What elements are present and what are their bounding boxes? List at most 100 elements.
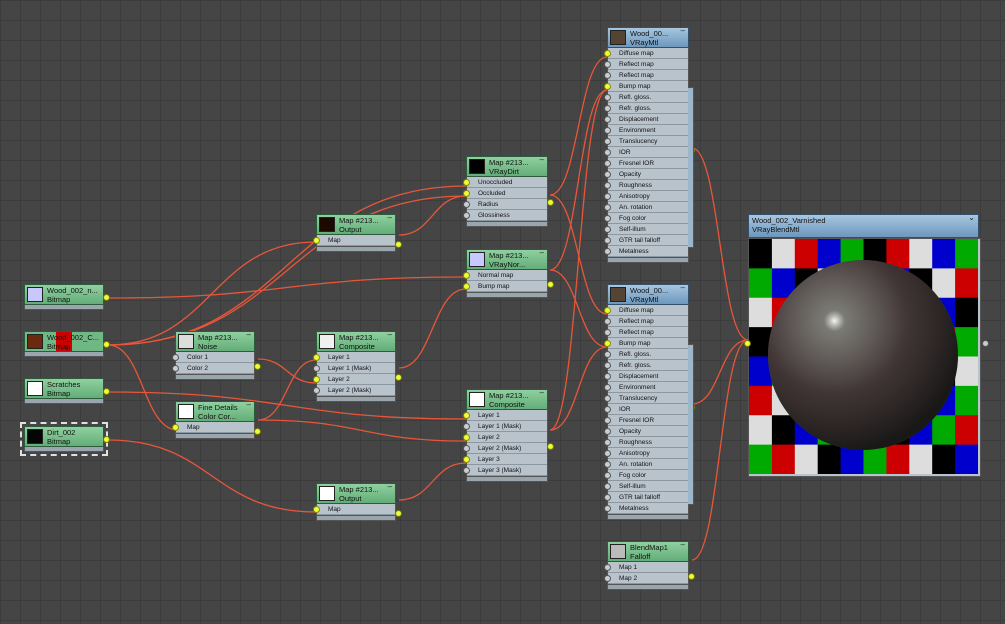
input-socket[interactable]	[604, 472, 611, 479]
input-socket[interactable]	[604, 237, 611, 244]
input-socket[interactable]	[604, 340, 611, 347]
minimize-icon[interactable]: –	[247, 330, 251, 339]
input-slot[interactable]: Normal map	[463, 270, 547, 281]
input-socket[interactable]	[604, 149, 611, 156]
input-slot[interactable]: Roughness	[604, 437, 688, 448]
output-socket[interactable]	[103, 294, 110, 301]
input-slot[interactable]: Refr. gloss.	[604, 103, 688, 114]
input-socket[interactable]	[463, 467, 470, 474]
input-socket[interactable]	[604, 362, 611, 369]
input-socket[interactable]	[463, 412, 470, 419]
output-socket[interactable]	[547, 281, 554, 288]
input-socket[interactable]	[604, 351, 611, 358]
node-fine-details-color-correction[interactable]: Fine Details Color Cor... – Map	[172, 400, 261, 439]
input-socket[interactable]	[604, 483, 611, 490]
input-socket[interactable]	[604, 105, 611, 112]
input-socket[interactable]	[313, 237, 320, 244]
input-slot[interactable]: Map 1	[604, 562, 688, 573]
input-socket[interactable]	[172, 424, 179, 431]
input-slot[interactable]: Fresnel IOR	[604, 415, 688, 426]
input-slot[interactable]: Translucency	[604, 136, 688, 147]
input-socket[interactable]	[604, 182, 611, 189]
input-slot[interactable]: Metalness	[604, 503, 688, 514]
input-socket[interactable]	[604, 461, 611, 468]
minimize-icon[interactable]: –	[540, 388, 544, 397]
input-slot[interactable]: Environment	[604, 125, 688, 136]
input-slot[interactable]: Anisotropy	[604, 448, 688, 459]
input-socket[interactable]	[604, 94, 611, 101]
input-slot[interactable]: Opacity	[604, 426, 688, 437]
output-socket[interactable]	[547, 443, 554, 450]
input-slot[interactable]: IOR	[604, 147, 688, 158]
input-slot[interactable]: Bump map	[463, 281, 547, 292]
input-socket[interactable]	[313, 376, 320, 383]
input-slot[interactable]: Roughness	[604, 180, 688, 191]
minimize-icon[interactable]: –	[388, 482, 392, 491]
input-slot[interactable]: Layer 1 (Mask)	[313, 363, 395, 374]
minimize-icon[interactable]: –	[388, 330, 392, 339]
input-socket[interactable]	[604, 215, 611, 222]
minimize-icon[interactable]: –	[681, 540, 685, 549]
input-socket[interactable]	[604, 373, 611, 380]
input-slot[interactable]: Occluded	[463, 188, 547, 199]
input-socket[interactable]	[604, 329, 611, 336]
input-slot[interactable]: Bump map	[604, 338, 688, 349]
input-socket[interactable]	[463, 434, 470, 441]
input-slot[interactable]: Fog color	[604, 213, 688, 224]
node-dirt-bitmap[interactable]: Dirt_002 Bitmap	[20, 422, 110, 456]
input-socket[interactable]	[463, 283, 470, 290]
input-slot[interactable]: Map	[313, 504, 395, 515]
output-socket[interactable]	[103, 436, 110, 443]
input-slot[interactable]: Layer 2	[313, 374, 395, 385]
input-socket[interactable]	[463, 190, 470, 197]
node-wood-color-bitmap[interactable]: Wood_002_C... Bitmap	[24, 331, 110, 357]
node-vraymtl-2[interactable]: Wood_00... VRayMtl – Diffuse map Reflect map…	[604, 283, 695, 520]
node-composite-map-2[interactable]: Map #213... Composite – Layer 1 Layer 1 (Mas…	[463, 388, 554, 482]
input-socket[interactable]	[463, 212, 470, 219]
input-socket[interactable]	[313, 387, 320, 394]
input-slot[interactable]: Diffuse map	[604, 305, 688, 316]
input-socket[interactable]	[463, 456, 470, 463]
output-socket[interactable]	[982, 340, 989, 347]
input-slot[interactable]: Radius	[463, 199, 547, 210]
input-socket[interactable]	[172, 365, 179, 372]
minimize-icon[interactable]: –	[681, 26, 685, 35]
input-slot[interactable]: Map 2	[604, 573, 688, 584]
chevron-down-icon[interactable]: ⌄	[968, 213, 975, 222]
input-socket[interactable]	[604, 226, 611, 233]
output-socket[interactable]	[547, 199, 554, 206]
node-falloff-blendmap[interactable]: BlendMap1 Falloff – Map 1 Map 2	[604, 540, 695, 590]
input-socket[interactable]	[604, 193, 611, 200]
input-socket[interactable]	[604, 564, 611, 571]
input-socket[interactable]	[604, 439, 611, 446]
node-vrayblendmtl[interactable]: Wood_002_Varnished VRayBlendMtl ⌄	[744, 213, 989, 477]
input-slot[interactable]: Translucency	[604, 393, 688, 404]
input-slot[interactable]: Displacement	[604, 114, 688, 125]
input-socket[interactable]	[604, 318, 611, 325]
input-slot[interactable]: Self-illum	[604, 481, 688, 492]
input-slot[interactable]: Fresnel IOR	[604, 158, 688, 169]
input-socket[interactable]	[604, 160, 611, 167]
input-slot[interactable]: GTR tail falloff	[604, 235, 688, 246]
input-slot[interactable]: Reflect map	[604, 327, 688, 338]
input-socket[interactable]	[604, 248, 611, 255]
input-socket[interactable]	[604, 307, 611, 314]
input-socket[interactable]	[604, 61, 611, 68]
input-socket[interactable]	[604, 406, 611, 413]
input-slot[interactable]: Layer 1	[313, 352, 395, 363]
output-socket[interactable]	[395, 240, 402, 248]
input-socket[interactable]	[313, 354, 320, 361]
input-socket[interactable]	[744, 340, 751, 347]
input-socket[interactable]	[604, 505, 611, 512]
input-socket[interactable]	[463, 445, 470, 452]
node-vraymtl-1[interactable]: Wood_00... VRayMtl – Diffuse map Reflect map…	[604, 26, 695, 263]
input-socket[interactable]	[604, 384, 611, 391]
input-slot[interactable]: Metalness	[604, 246, 688, 257]
output-socket[interactable]	[254, 427, 261, 435]
output-socket[interactable]	[254, 363, 261, 370]
output-socket[interactable]	[103, 388, 110, 395]
input-socket[interactable]	[313, 506, 320, 513]
node-scratches-bitmap[interactable]: Scratches Bitmap	[24, 378, 110, 404]
input-slot[interactable]: Fog color	[604, 470, 688, 481]
input-slot[interactable]: Map	[172, 422, 254, 433]
